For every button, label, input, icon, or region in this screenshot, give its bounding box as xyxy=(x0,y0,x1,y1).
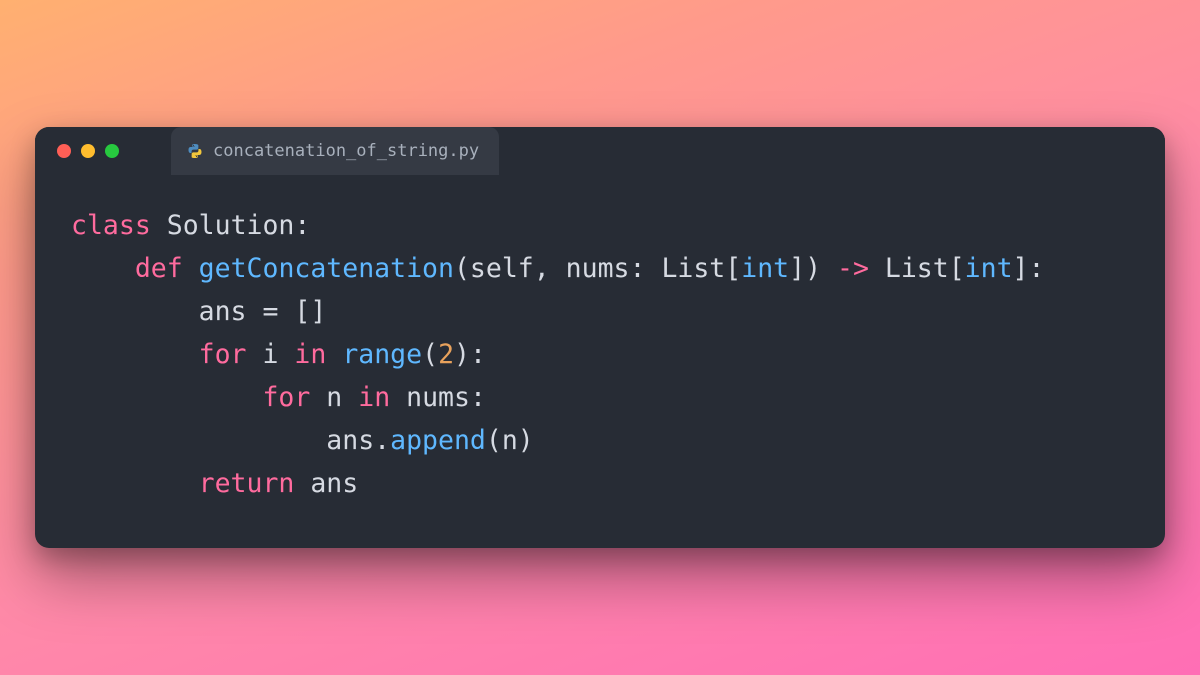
type-list: List xyxy=(661,253,725,284)
return-type-list: List xyxy=(885,253,949,284)
window-controls xyxy=(35,144,141,158)
keyword-for2: for xyxy=(262,382,310,413)
lparen: ( xyxy=(454,253,470,284)
assign: = xyxy=(247,296,295,327)
rbrack: ] xyxy=(789,253,805,284)
class-name: Solution xyxy=(167,210,295,241)
var-ans: ans xyxy=(199,296,247,327)
lbrack: [ xyxy=(725,253,741,284)
python-icon xyxy=(187,143,203,159)
file-tab[interactable]: concatenation_of_string.py xyxy=(171,127,499,175)
function-name: getConcatenation xyxy=(199,253,454,284)
type-int: int xyxy=(741,253,789,284)
lparen2: ( xyxy=(422,339,438,370)
builtin-range: range xyxy=(342,339,422,370)
return-type-int: int xyxy=(965,253,1013,284)
arrow: -> xyxy=(821,253,885,284)
var-i: i xyxy=(262,339,278,370)
rbrack2: ] xyxy=(1013,253,1029,284)
colon4: : xyxy=(470,339,486,370)
keyword-in2: in xyxy=(358,382,390,413)
param-self: self xyxy=(470,253,534,284)
colon: : xyxy=(294,210,310,241)
editor-window: concatenation_of_string.py class Solutio… xyxy=(35,127,1165,547)
arg-n: n xyxy=(502,425,518,456)
dot: . xyxy=(374,425,390,456)
param-nums: nums xyxy=(566,253,630,284)
tab-filename: concatenation_of_string.py xyxy=(213,141,479,161)
keyword-return: return xyxy=(199,468,295,499)
rparen: ) xyxy=(805,253,821,284)
method-append: append xyxy=(390,425,486,456)
keyword-for: for xyxy=(199,339,247,370)
empty-list: [] xyxy=(294,296,326,327)
comma: , xyxy=(534,253,566,284)
minimize-icon[interactable] xyxy=(81,144,95,158)
code-editor[interactable]: class Solution: def getConcatenation(sel… xyxy=(35,175,1165,547)
maximize-icon[interactable] xyxy=(105,144,119,158)
keyword-in: in xyxy=(294,339,326,370)
var-nums: nums xyxy=(406,382,470,413)
keyword-def: def xyxy=(135,253,183,284)
titlebar: concatenation_of_string.py xyxy=(35,127,1165,175)
close-icon[interactable] xyxy=(57,144,71,158)
rparen2: ) xyxy=(454,339,470,370)
colon2: : xyxy=(630,253,646,284)
keyword-class: class xyxy=(71,210,151,241)
var-n: n xyxy=(326,382,342,413)
rparen3: ) xyxy=(518,425,534,456)
literal-two: 2 xyxy=(438,339,454,370)
colon5: : xyxy=(470,382,486,413)
var-ans2: ans xyxy=(326,425,374,456)
return-ans: ans xyxy=(310,468,358,499)
lparen3: ( xyxy=(486,425,502,456)
colon3: : xyxy=(1029,253,1045,284)
lbrack2: [ xyxy=(949,253,965,284)
